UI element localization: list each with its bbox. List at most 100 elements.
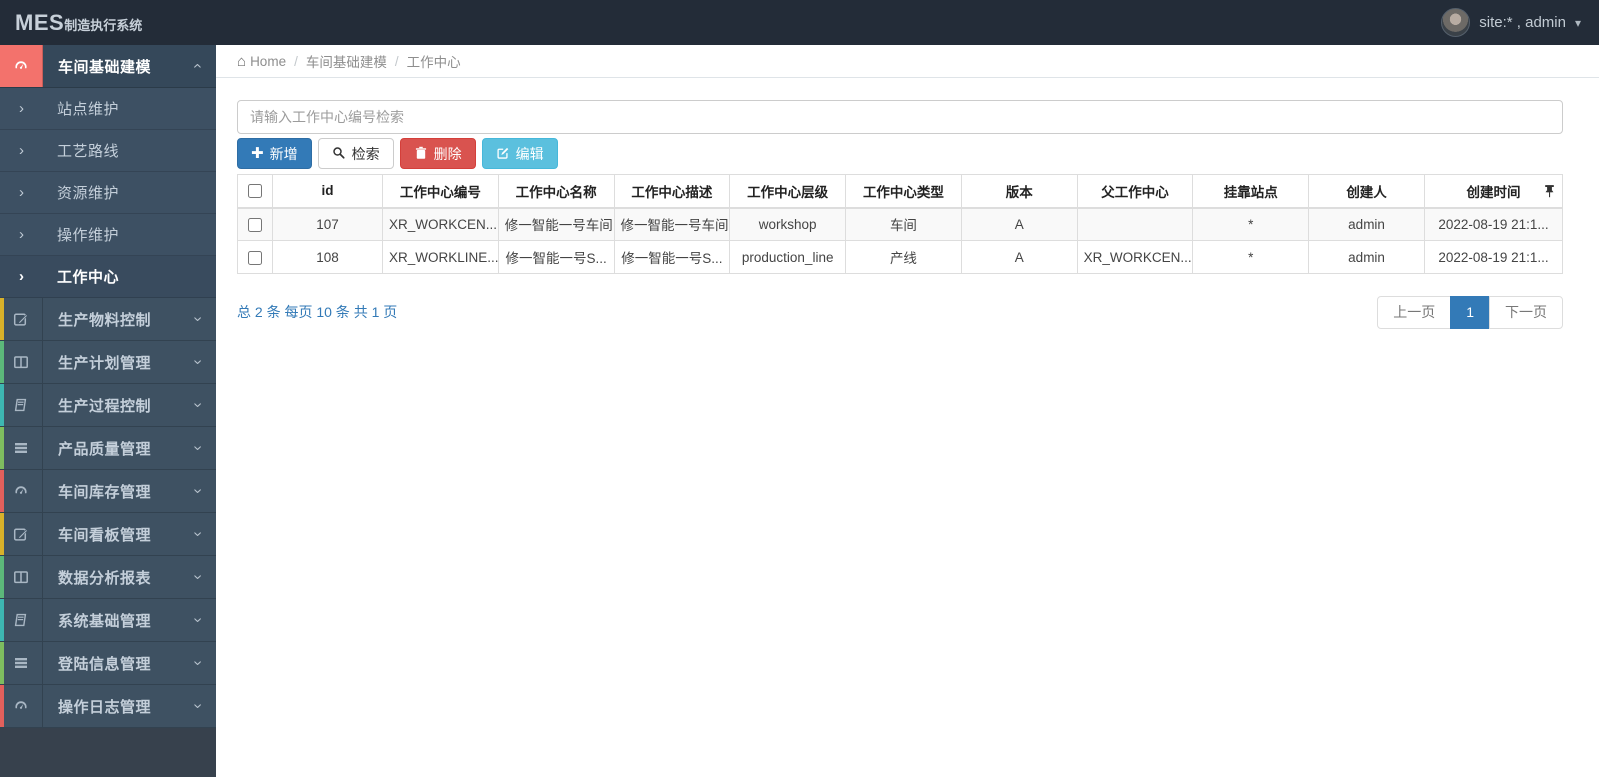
pin-icon[interactable]: [1544, 184, 1555, 197]
column-header-code[interactable]: 工作中心编号: [382, 174, 499, 209]
dashboard-icon: [0, 685, 43, 727]
row-select-cell: [237, 240, 273, 274]
color-strip: [0, 642, 4, 684]
search-input[interactable]: [237, 100, 1563, 134]
book-icon: [0, 599, 43, 641]
column-header-name[interactable]: 工作中心名称: [497, 174, 615, 209]
row-checkbox[interactable]: [248, 250, 262, 265]
breadcrumb-home-link[interactable]: Home: [250, 54, 286, 69]
sidebar-item-data-analysis-reports[interactable]: 数据分析报表 ›: [0, 556, 216, 599]
sidebar-item-label: 生产计划管理: [58, 354, 152, 372]
edit-icon: [496, 146, 510, 162]
cell-code: XR_WORKCEN...: [382, 207, 499, 241]
column-header-level[interactable]: 工作中心层级: [729, 174, 847, 209]
dashboard-icon: [0, 45, 43, 87]
table-row[interactable]: 108 XR_WORKLINE... 修一智能一号S... 修一智能一号S...…: [237, 240, 1563, 274]
cell-description: 修一智能一号S...: [613, 240, 731, 274]
sidebar-subitem-label: 资源维护: [57, 185, 120, 202]
cell-id: 108: [272, 240, 383, 274]
sidebar-subitem-process-route[interactable]: › 工艺路线: [0, 130, 216, 172]
column-header-creator[interactable]: 创建人: [1308, 174, 1425, 209]
cell-name: 修一智能一号S...: [497, 240, 615, 274]
column-header-station[interactable]: 挂靠站点: [1192, 174, 1310, 209]
row-checkbox[interactable]: [248, 217, 262, 232]
chevron-up-icon: ›: [188, 63, 206, 69]
sidebar-item-product-quality-management[interactable]: 产品质量管理 ›: [0, 427, 216, 470]
sidebar-item-production-process-control[interactable]: 生产过程控制 ›: [0, 384, 216, 427]
column-header-id[interactable]: id: [272, 174, 383, 209]
add-button[interactable]: ✚ 新增: [237, 138, 312, 169]
page-1-button[interactable]: 1: [1450, 296, 1490, 329]
pencil-icon: [0, 513, 43, 555]
delete-button[interactable]: 删除: [399, 138, 476, 169]
column-header-version[interactable]: 版本: [960, 174, 1078, 209]
chevron-down-icon: ›: [189, 445, 207, 451]
cell-code: XR_WORKLINE...: [382, 240, 499, 274]
logo-text-primary: MES: [15, 9, 65, 35]
work-center-table: id 工作中心编号 工作中心名称 工作中心描述 工作中心层级 工作中心类型 版本…: [237, 174, 1563, 274]
column-header-type[interactable]: 工作中心类型: [845, 174, 962, 209]
table-row[interactable]: 107 XR_WORKCEN... 修一智能一号车间 修一智能一号车间 work…: [237, 207, 1563, 241]
sidebar-footer-space: [0, 728, 216, 777]
prev-page-button[interactable]: 上一页: [1377, 296, 1452, 329]
trash-icon: [414, 146, 428, 162]
caret-down-icon: ▾: [1574, 15, 1581, 30]
sidebar: 车间基础建模 › › 站点维护 › 工艺路线 › 资源维护 › 操作维护 › 工…: [0, 45, 216, 777]
color-strip: [0, 556, 4, 598]
sidebar-item-workshop-board-management[interactable]: 车间看板管理 ›: [0, 513, 216, 556]
pagination: 上一页 1 下一页: [1377, 296, 1563, 329]
sidebar-item-system-base-management[interactable]: 系统基础管理 ›: [0, 599, 216, 642]
user-menu[interactable]: site:* , admin ▾: [1441, 8, 1599, 37]
sidebar-subitem-operation-maintenance[interactable]: › 操作维护: [0, 214, 216, 256]
chevron-down-icon: ›: [189, 402, 207, 408]
chevron-right-icon: ›: [19, 184, 24, 201]
sidebar-item-workshop-inventory-management[interactable]: 车间库存管理 ›: [0, 470, 216, 513]
sidebar-item-label: 系统基础管理: [58, 612, 152, 630]
sidebar-item-production-plan-management[interactable]: 生产计划管理 ›: [0, 341, 216, 384]
sidebar-subitem-resource-maintenance[interactable]: › 资源维护: [0, 172, 216, 214]
cell-level: production_line: [729, 240, 847, 274]
sidebar-subitem-station-maintenance[interactable]: › 站点维护: [0, 88, 216, 130]
cell-creator: admin: [1308, 240, 1425, 274]
color-strip: [0, 470, 4, 512]
column-header-description[interactable]: 工作中心描述: [613, 174, 731, 209]
columns-icon: [0, 341, 43, 383]
sidebar-item-workshop-base-modeling[interactable]: 车间基础建模 ›: [0, 45, 216, 88]
sidebar-subitem-work-center[interactable]: › 工作中心: [0, 256, 216, 298]
color-strip: [0, 341, 4, 383]
sidebar-item-operation-log-management[interactable]: 操作日志管理 ›: [0, 685, 216, 728]
chevron-down-icon: ›: [189, 617, 207, 623]
sidebar-subitem-label: 站点维护: [57, 101, 120, 118]
list-icon: [0, 642, 43, 684]
column-header-create-time[interactable]: 创建时间: [1424, 174, 1563, 209]
cell-type: 车间: [845, 207, 962, 241]
select-all-checkbox[interactable]: [248, 184, 262, 199]
chevron-right-icon: ›: [19, 268, 24, 285]
app-window: MES 制造执行系统 site:* , admin ▾ 车间基础建模 › › 站…: [0, 0, 1599, 777]
toolbar: ✚ 新增 检索 删除 编辑: [237, 138, 1563, 169]
plus-icon: ✚: [251, 145, 264, 162]
page-body: ✚ 新增 检索 删除 编辑: [216, 78, 1599, 329]
column-header-parent[interactable]: 父工作中心: [1076, 174, 1194, 209]
edit-button[interactable]: 编辑: [481, 138, 558, 169]
search-button[interactable]: 检索: [317, 138, 394, 169]
sidebar-item-label: 登陆信息管理: [58, 655, 152, 673]
sidebar-item-label: 生产物料控制: [58, 311, 152, 329]
row-select-cell: [237, 207, 273, 241]
sidebar-item-label: 车间看板管理: [58, 526, 152, 544]
chevron-down-icon: ›: [189, 574, 207, 580]
breadcrumb-section-link[interactable]: 车间基础建模: [306, 51, 387, 71]
add-button-label: 新增: [269, 145, 298, 162]
next-page-button[interactable]: 下一页: [1489, 296, 1563, 329]
cell-station: *: [1192, 207, 1310, 241]
chevron-right-icon: ›: [19, 100, 24, 117]
topbar: MES 制造执行系统 site:* , admin ▾: [0, 0, 1599, 45]
search-icon: [332, 146, 346, 162]
sidebar-item-login-info-management[interactable]: 登陆信息管理 ›: [0, 642, 216, 685]
table-header-row: id 工作中心编号 工作中心名称 工作中心描述 工作中心层级 工作中心类型 版本…: [237, 174, 1563, 209]
cell-station: *: [1192, 240, 1310, 274]
main-layout: 车间基础建模 › › 站点维护 › 工艺路线 › 资源维护 › 操作维护 › 工…: [0, 45, 1599, 777]
sidebar-item-production-material-control[interactable]: 生产物料控制 ›: [0, 298, 216, 341]
content-area: ⌂ Home / 车间基础建模 / 工作中心 ✚ 新增 检索: [216, 45, 1599, 777]
app-logo: MES 制造执行系统: [0, 10, 216, 36]
